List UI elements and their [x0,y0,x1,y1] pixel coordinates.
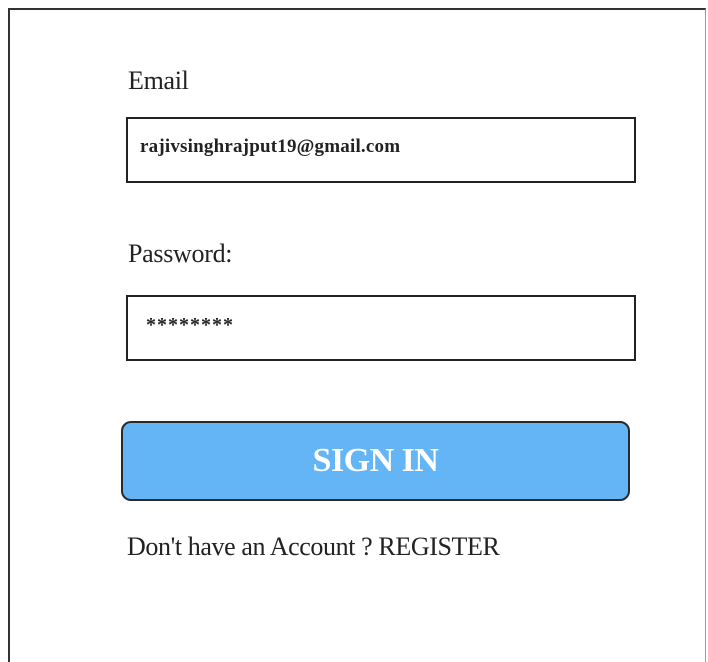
register-prompt-text: Don't have an Account ? [127,532,379,561]
register-link[interactable]: REGISTER [378,532,499,561]
password-field[interactable]: ******** [126,295,636,361]
sign-in-button-label: SIGN IN [312,442,439,479]
sign-in-button[interactable]: SIGN IN [121,421,630,501]
password-field-value: ******** [146,313,234,336]
register-prompt: Don't have an Account ? REGISTER [127,532,500,562]
login-form-container: Email rajivsinghrajput19@gmail.com Passw… [8,8,706,662]
email-field[interactable]: rajivsinghrajput19@gmail.com [126,117,636,183]
email-label: Email [128,66,189,95]
password-label: Password: [128,239,233,268]
email-field-value: rajivsinghrajput19@gmail.com [140,136,401,157]
